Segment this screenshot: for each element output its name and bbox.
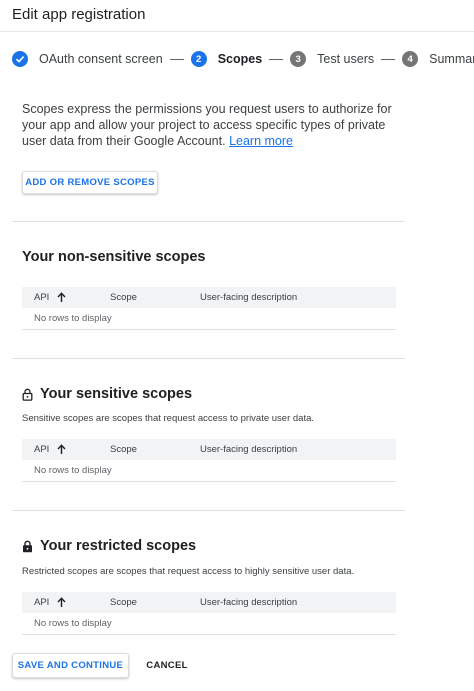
step-number-4: 4 <box>402 51 419 67</box>
restricted-scopes-title: Your restricted scopes <box>22 538 196 554</box>
step-label-scopes: Scopes <box>217 52 263 66</box>
column-api-label: API <box>34 292 50 303</box>
column-scope[interactable]: Scope <box>110 292 137 303</box>
step-number-3: 3 <box>290 51 307 67</box>
step-label-oauth: OAuth consent screen <box>39 52 163 66</box>
cancel-button[interactable]: CANCEL <box>140 653 194 678</box>
stepper: OAuth consent screen 2 Scopes 3 Test use… <box>12 49 474 69</box>
step-summary[interactable]: 4 Summary <box>402 51 474 67</box>
save-and-continue-button[interactable]: SAVE AND CONTINUE <box>12 653 129 678</box>
page-title: Edit app registration <box>12 6 146 23</box>
empty-row: No rows to display <box>22 308 396 330</box>
add-remove-scopes-button[interactable]: ADD OR REMOVE SCOPES <box>22 171 158 194</box>
section-divider <box>12 358 405 359</box>
step-separator <box>169 58 184 60</box>
sensitive-scopes-title: Your sensitive scopes <box>22 386 192 402</box>
step-test-users[interactable]: 3 Test users <box>290 51 374 67</box>
non-sensitive-scopes-title: Your non-sensitive scopes <box>22 249 206 265</box>
header-divider <box>0 31 474 32</box>
arrow-up-icon <box>57 292 66 302</box>
restricted-scopes-title-text: Your restricted scopes <box>40 538 197 554</box>
column-description[interactable]: User-facing description <box>200 444 297 455</box>
step-label-summary: Summary <box>429 52 474 66</box>
step-label-test-users: Test users <box>317 52 375 66</box>
lock-icon <box>22 540 33 553</box>
table-header: API Scope User-facing description <box>22 287 396 308</box>
column-scope[interactable]: Scope <box>110 597 137 608</box>
empty-row: No rows to display <box>22 460 396 482</box>
intro-body: Scopes express the permissions you reque… <box>22 102 392 148</box>
step-separator <box>269 58 284 60</box>
column-description[interactable]: User-facing description <box>200 292 297 303</box>
step-oauth-consent[interactable]: OAuth consent screen <box>12 51 163 67</box>
non-sensitive-scopes-table: API Scope User-facing description No row… <box>22 287 396 330</box>
step-separator <box>381 58 396 60</box>
empty-row: No rows to display <box>22 613 396 635</box>
table-header: API Scope User-facing description <box>22 439 396 460</box>
column-api-label: API <box>34 597 50 608</box>
section-divider <box>12 221 405 222</box>
step-scopes[interactable]: 2 Scopes <box>190 51 263 67</box>
column-api[interactable]: API <box>34 292 66 303</box>
column-api[interactable]: API <box>34 597 66 608</box>
sensitive-scopes-table: API Scope User-facing description No row… <box>22 439 396 482</box>
arrow-up-icon <box>57 597 66 607</box>
column-api[interactable]: API <box>34 444 66 455</box>
section-divider <box>12 510 405 511</box>
step-number-2: 2 <box>190 51 207 67</box>
intro-text: Scopes express the permissions you reque… <box>22 101 402 149</box>
restricted-scopes-table: API Scope User-facing description No row… <box>22 592 396 635</box>
lock-open-icon <box>22 388 33 401</box>
arrow-up-icon <box>57 444 66 454</box>
table-header: API Scope User-facing description <box>22 592 396 613</box>
sensitive-scopes-title-text: Your sensitive scopes <box>40 386 193 402</box>
learn-more-link[interactable]: Learn more <box>229 134 293 148</box>
restricted-scopes-description: Restricted scopes are scopes that reques… <box>22 566 355 577</box>
column-description[interactable]: User-facing description <box>200 597 297 608</box>
check-icon <box>12 51 28 67</box>
sensitive-scopes-description: Sensitive scopes are scopes that request… <box>22 413 315 424</box>
column-api-label: API <box>34 444 50 455</box>
column-scope[interactable]: Scope <box>110 444 137 455</box>
